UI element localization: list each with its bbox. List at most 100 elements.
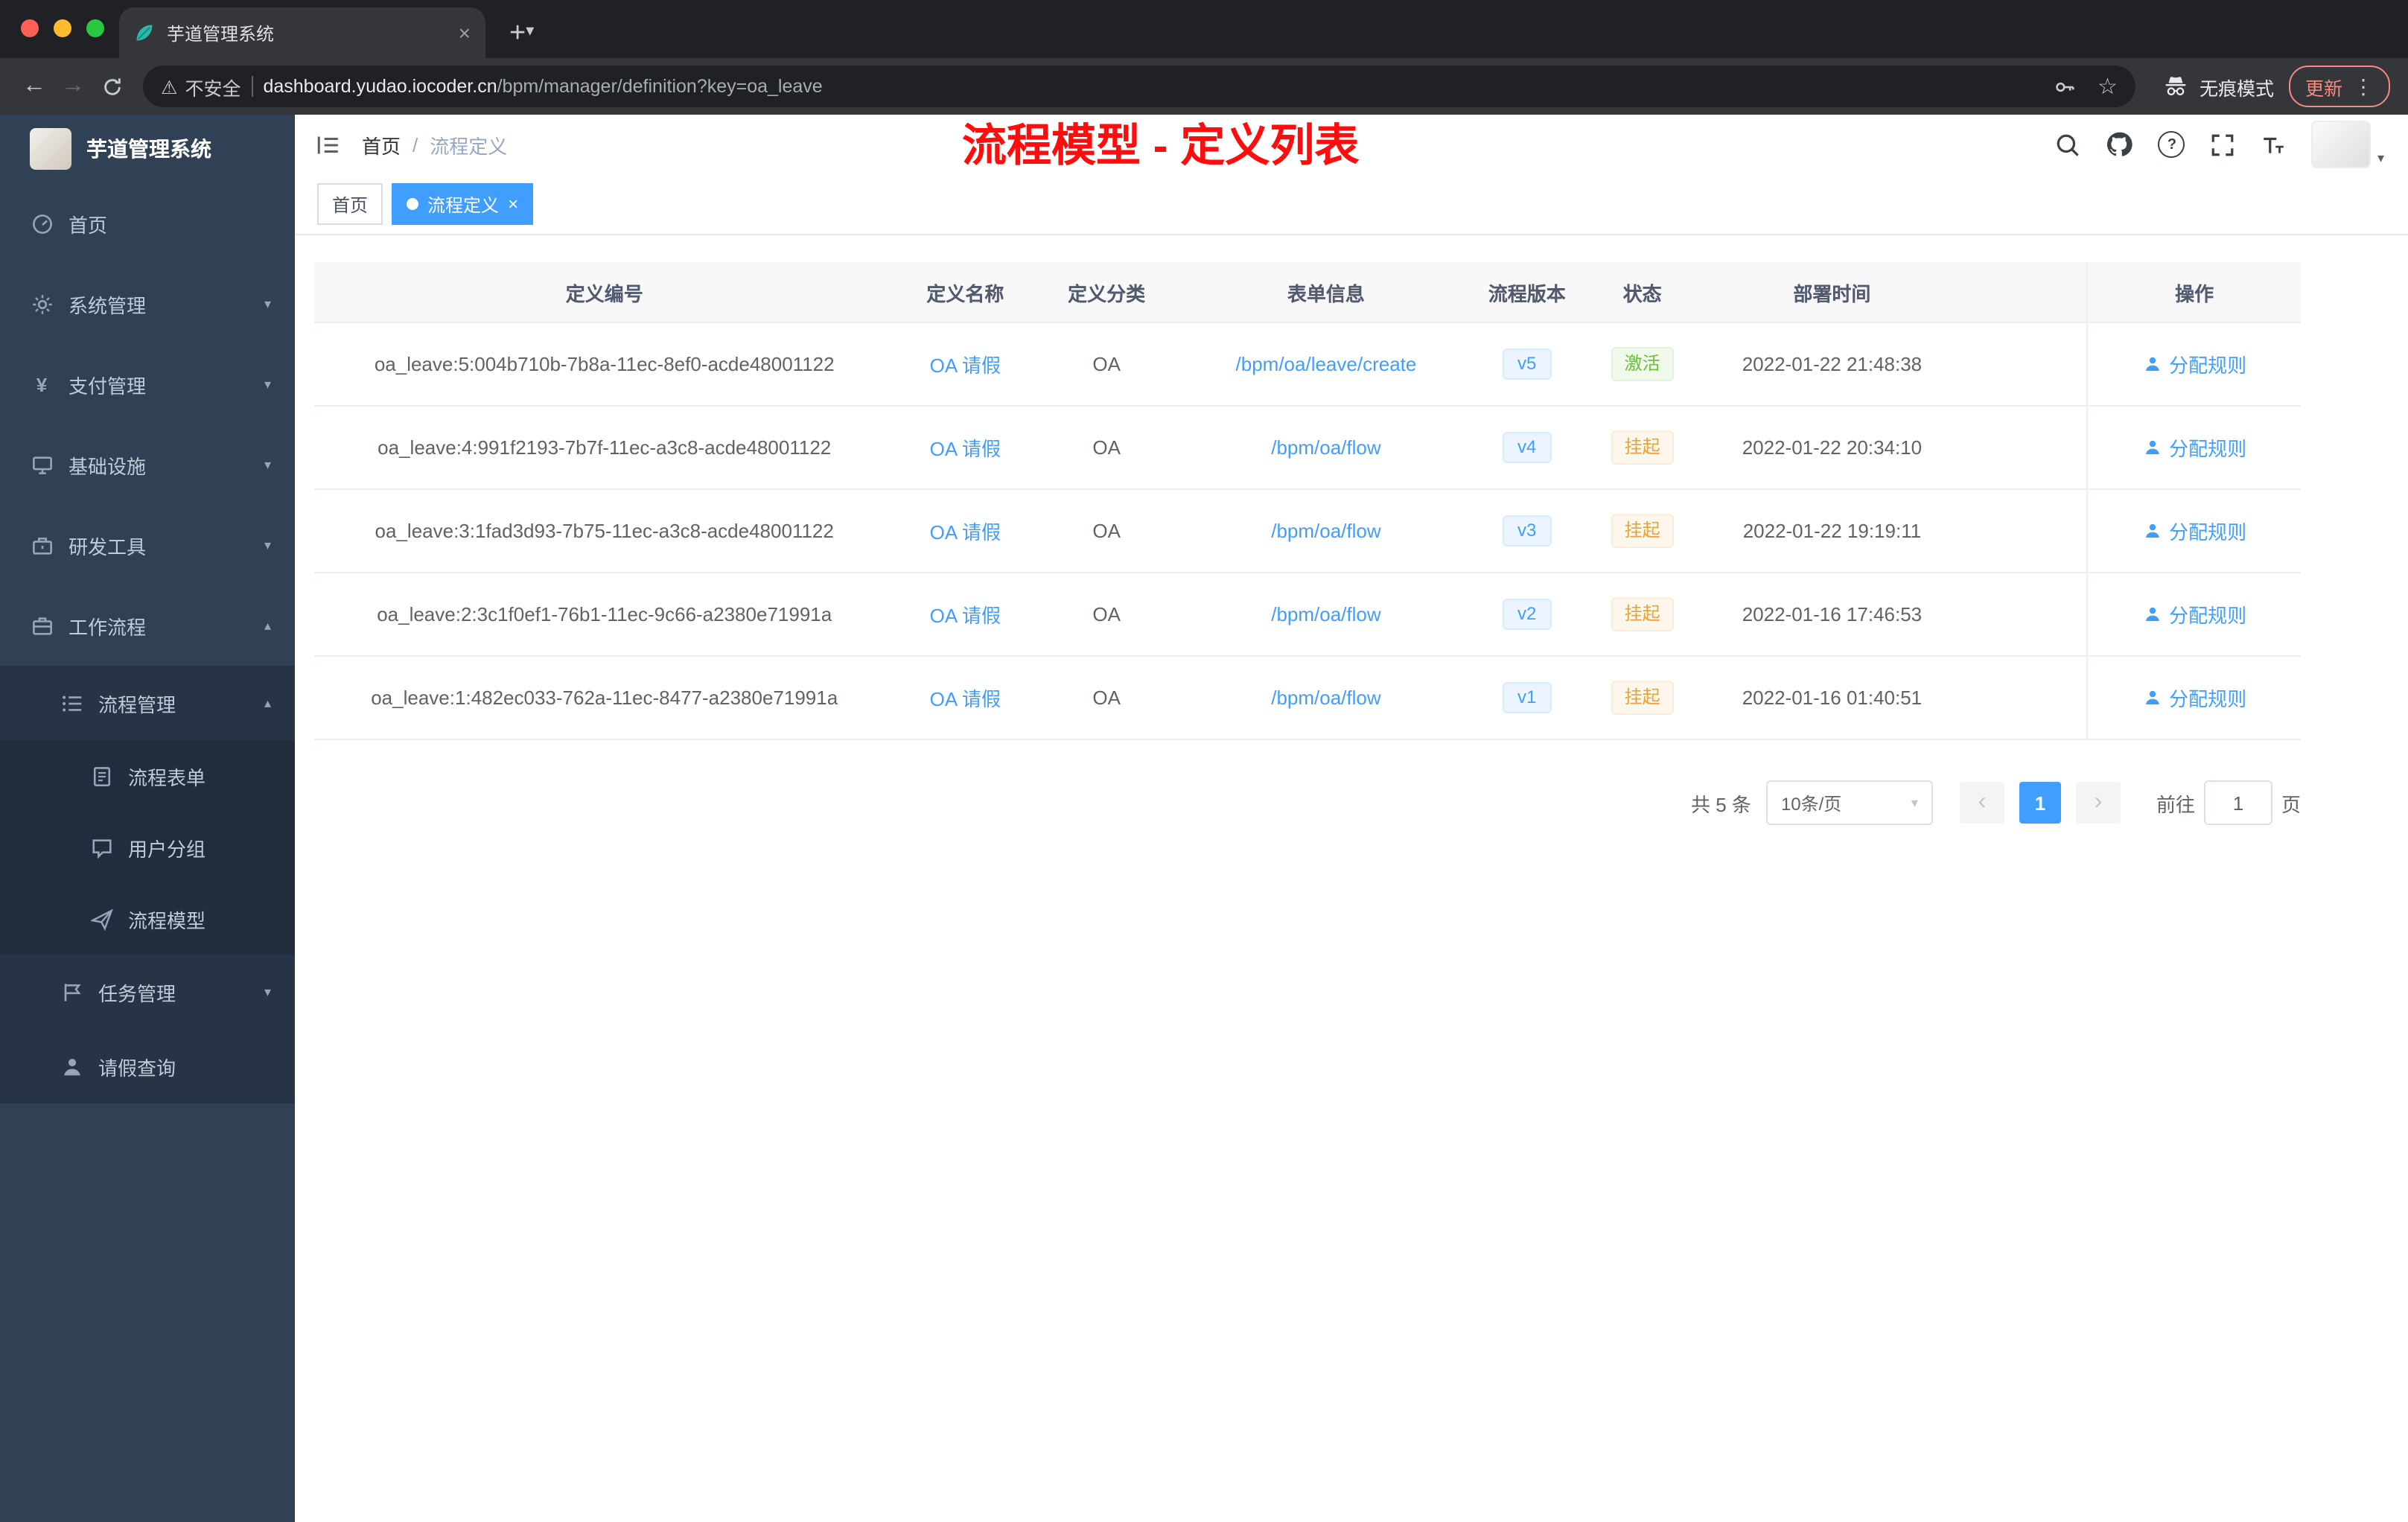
close-window-button[interactable] — [21, 19, 39, 37]
sidebar-item-workflow[interactable]: 工作流程 ▴ — [0, 585, 295, 666]
form-link[interactable]: /bpm/oa/flow — [1271, 603, 1380, 625]
page-content: 定义编号 定义名称 定义分类 表单信息 流程版本 状态 部署时间 操作 oa_l… — [295, 235, 2408, 1522]
cell-filler — [1958, 407, 2086, 488]
cell-deploy-time: 2022-01-16 01:40:51 — [1742, 687, 1923, 709]
definition-name-link[interactable]: OA 请假 — [930, 517, 1001, 545]
browser-toolbar: ← → ⚠ 不安全 dashboard.yudao.iocoder.cn/bpm… — [0, 58, 2408, 115]
goto-page-input[interactable] — [2203, 780, 2272, 825]
chevron-up-icon: ▴ — [264, 695, 271, 710]
bookmark-star-icon[interactable]: ☆ — [2098, 73, 2118, 100]
col-status: 状态 — [1622, 282, 1662, 305]
browser-tab[interactable]: 芋道管理系统 × — [119, 7, 485, 58]
form-link[interactable]: /bpm/oa/flow — [1271, 436, 1380, 459]
definition-name-link[interactable]: OA 请假 — [930, 600, 1001, 628]
cell-filler — [1958, 490, 2086, 572]
briefcase-icon — [30, 614, 54, 637]
sidebar-item-leave-query[interactable]: 请假查询 — [0, 1029, 295, 1104]
page-size-select[interactable]: 10条/页 ▾ — [1765, 780, 1933, 825]
cell-category: OA — [1092, 353, 1121, 375]
tab-favicon-icon — [134, 22, 155, 43]
url-text: dashboard.yudao.iocoder.cn/bpm/manager/d… — [263, 76, 2030, 97]
flag-icon — [60, 980, 83, 1004]
sidebar-item-home[interactable]: 首页 — [0, 183, 295, 264]
browser-update-button[interactable]: 更新 ⋮ — [2288, 66, 2390, 107]
maximize-window-button[interactable] — [86, 19, 104, 37]
top-navbar: 首页 / 流程定义 流程模型 - 定义列表 ? ▾ — [295, 115, 2408, 174]
col-definition-name: 定义名称 — [926, 282, 1004, 305]
current-page-button[interactable]: 1 — [2019, 782, 2061, 824]
forward-button[interactable]: → — [54, 67, 92, 106]
reload-button[interactable] — [92, 67, 131, 106]
browser-menu-icon[interactable]: ⋮ — [2353, 74, 2374, 99]
cell-actions: 分配规则 — [2086, 323, 2301, 405]
table-row: oa_leave:4:991f2193-7b7f-11ec-a3c8-acde4… — [314, 407, 2301, 490]
cell-version: v1 — [1475, 657, 1579, 739]
minimize-window-button[interactable] — [54, 19, 71, 37]
tag-home[interactable]: 首页 — [317, 183, 383, 225]
sidebar-item-dev-tools[interactable]: 研发工具 ▾ — [0, 505, 295, 585]
security-indicator[interactable]: ⚠ 不安全 — [161, 72, 241, 101]
tab-title: 芋道管理系统 — [167, 23, 275, 44]
col-actions: 操作 — [2086, 262, 2301, 322]
tab-search-caret-icon[interactable]: ▾ — [526, 21, 534, 40]
avatar — [2311, 121, 2372, 168]
cell-filler — [1958, 657, 2086, 739]
assign-rule-link[interactable]: 分配规则 — [2142, 600, 2246, 628]
toolbox-icon — [30, 533, 54, 557]
sidebar-item-user-group[interactable]: 用户分组 — [0, 812, 295, 883]
font-size-icon[interactable] — [2261, 132, 2287, 157]
breadcrumb-separator: / — [413, 133, 418, 156]
tag-close-icon[interactable]: × — [508, 195, 518, 213]
status-badge: 挂起 — [1611, 680, 1674, 716]
chevron-up-icon: ▴ — [264, 617, 271, 632]
goto-page: 前往 页 — [2156, 780, 2301, 825]
address-bar[interactable]: ⚠ 不安全 dashboard.yudao.iocoder.cn/bpm/man… — [143, 66, 2135, 107]
cell-definition-id: oa_leave:2:3c1f0ef1-76b1-11ec-9c66-a2380… — [377, 603, 832, 625]
sidebar-item-process-model[interactable]: 流程模型 — [0, 883, 295, 955]
sidebar-toggle-button[interactable] — [295, 132, 362, 157]
next-page-button[interactable]: › — [2075, 782, 2121, 824]
sidebar-item-infrastructure[interactable]: 基础设施 ▾ — [0, 424, 295, 505]
prev-page-button[interactable]: ‹ — [1959, 782, 2004, 824]
sidebar-item-system-mgmt[interactable]: 系统管理 ▾ — [0, 264, 295, 344]
assign-rule-link[interactable]: 分配规则 — [2142, 433, 2246, 462]
tab-close-icon[interactable]: × — [459, 22, 471, 43]
assign-rule-link[interactable]: 分配规则 — [2142, 350, 2246, 378]
help-icon[interactable]: ? — [2158, 131, 2185, 158]
sidebar-item-task-mgmt[interactable]: 任务管理 ▾ — [0, 955, 295, 1029]
assign-rule-link[interactable]: 分配规则 — [2142, 517, 2246, 545]
password-key-icon[interactable] — [2053, 75, 2075, 98]
incognito-icon — [2165, 77, 2186, 96]
definition-name-link[interactable]: OA 请假 — [930, 684, 1001, 712]
sidebar-item-process-form[interactable]: 流程表单 — [0, 740, 295, 812]
user-avatar-menu[interactable]: ▾ — [2311, 121, 2384, 168]
fullscreen-icon[interactable] — [2211, 132, 2236, 157]
col-version: 流程版本 — [1488, 282, 1566, 305]
col-deploy-time: 部署时间 — [1793, 282, 1871, 305]
github-icon[interactable] — [2106, 131, 2133, 158]
logo-title: 芋道管理系统 — [86, 137, 211, 161]
form-icon — [89, 764, 113, 788]
paper-plane-icon — [89, 907, 113, 931]
warning-icon: ⚠ — [161, 77, 178, 98]
dashboard-icon — [30, 211, 54, 235]
cell-category: OA — [1092, 603, 1121, 625]
breadcrumb-home[interactable]: 首页 — [362, 130, 401, 159]
definition-name-link[interactable]: OA 请假 — [930, 433, 1001, 462]
sidebar-item-payment-mgmt[interactable]: ¥ 支付管理 ▾ — [0, 344, 295, 424]
back-button[interactable]: ← — [15, 67, 54, 106]
assign-rule-link[interactable]: 分配规则 — [2142, 684, 2246, 712]
user-icon — [2145, 607, 2159, 621]
tag-process-definition[interactable]: 流程定义 × — [392, 183, 534, 225]
cell-actions: 分配规则 — [2086, 573, 2301, 655]
form-link[interactable]: /bpm/oa/flow — [1271, 520, 1380, 542]
search-icon[interactable] — [2056, 132, 2081, 157]
annotation-title: 流程模型 - 定义列表 — [962, 122, 1360, 171]
form-link[interactable]: /bpm/oa/leave/create — [1236, 353, 1417, 375]
sidebar-item-process-mgmt[interactable]: 流程管理 ▴ — [0, 666, 295, 740]
form-link[interactable]: /bpm/oa/flow — [1271, 687, 1380, 709]
definition-name-link[interactable]: OA 请假 — [930, 350, 1001, 378]
version-badge: v2 — [1503, 598, 1552, 631]
new-tab-button[interactable]: + — [509, 19, 526, 48]
cell-deploy-time: 2022-01-22 21:48:38 — [1742, 353, 1923, 375]
